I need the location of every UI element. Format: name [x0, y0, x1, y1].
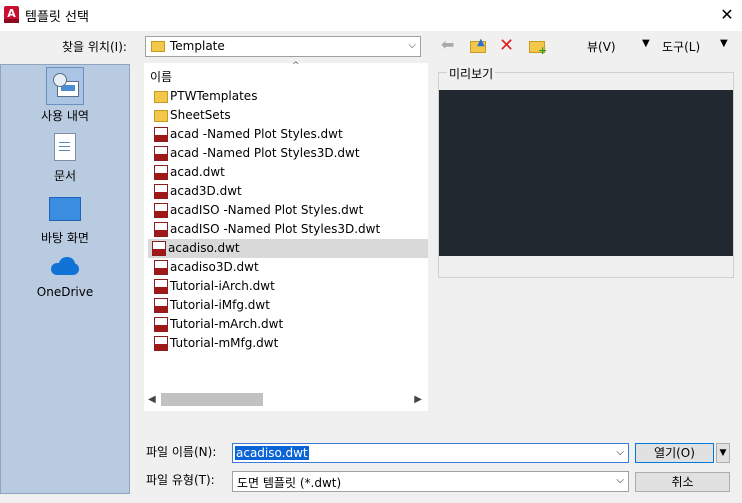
dwt-file-icon	[154, 146, 168, 161]
file-list-item[interactable]: acadISO -Named Plot Styles.dwt	[150, 201, 428, 220]
documents-icon	[54, 133, 76, 161]
file-name: acadISO -Named Plot Styles3D.dwt	[170, 222, 381, 236]
file-name: SheetSets	[170, 108, 231, 122]
lookin-value: Template	[170, 39, 225, 53]
file-list-item[interactable]: acad3D.dwt	[150, 182, 428, 201]
delete-icon[interactable]: ✕	[499, 37, 517, 55]
dwt-file-icon	[152, 241, 166, 256]
cancel-button[interactable]: 취소	[635, 472, 730, 492]
dwt-file-icon	[154, 336, 168, 351]
chevron-down-icon: ⌵	[408, 40, 416, 51]
place-history[interactable]: 사용 내역	[1, 67, 129, 124]
filetype-value: 도면 템플릿 (*.dwt)	[237, 476, 342, 490]
filename-label: 파일 이름(N):	[146, 445, 217, 459]
file-name: acad -Named Plot Styles3D.dwt	[170, 146, 360, 160]
file-list-item[interactable]: SheetSets	[150, 106, 428, 125]
filename-input[interactable]: acadiso.dwt ⌵	[232, 443, 629, 463]
views-menu[interactable]: 뷰(V)	[587, 38, 616, 55]
tools-menu[interactable]: 도구(L)	[662, 38, 700, 55]
open-button[interactable]: 열기(O)	[635, 443, 714, 463]
dwt-file-icon	[154, 260, 168, 275]
views-dropdown-arrow-icon[interactable]: ▼	[642, 38, 650, 49]
file-name: Tutorial-mMfg.dwt	[170, 336, 279, 350]
sort-caret-icon: ^	[292, 61, 300, 71]
file-list-item[interactable]: PTWTemplates	[150, 87, 428, 106]
file-list-item[interactable]: acadiso3D.dwt	[150, 258, 428, 277]
column-header-name[interactable]: 이름	[150, 68, 172, 85]
horizontal-scrollbar[interactable]: ◀ ▶	[144, 390, 428, 410]
scroll-right-icon[interactable]: ▶	[414, 394, 422, 405]
filename-value[interactable]: acadiso.dwt	[235, 446, 309, 460]
up-folder-icon[interactable]: ▲	[470, 37, 488, 54]
file-name: acadISO -Named Plot Styles.dwt	[170, 203, 364, 217]
title-bar: A 템플릿 선택 ✕	[0, 0, 742, 31]
file-list-item[interactable]: acad -Named Plot Styles3D.dwt	[150, 144, 428, 163]
autocad-app-icon: A	[4, 6, 19, 23]
preview-image	[439, 90, 733, 256]
dwt-file-icon	[154, 165, 168, 180]
file-list-item[interactable]: acadiso.dwt	[148, 239, 428, 258]
folder-icon	[151, 41, 165, 52]
place-documents[interactable]: 문서	[1, 133, 129, 184]
file-list-item[interactable]: acad.dwt	[150, 163, 428, 182]
file-name: acadiso3D.dwt	[170, 260, 259, 274]
file-list-item[interactable]: Tutorial-iMfg.dwt	[150, 296, 428, 315]
onedrive-icon	[49, 255, 81, 275]
open-dropdown-arrow-icon[interactable]: ▼	[716, 443, 730, 463]
dwt-file-icon	[154, 203, 168, 218]
filetype-combo[interactable]: 도면 템플릿 (*.dwt) ⌵	[232, 471, 629, 492]
window-title: 템플릿 선택	[25, 10, 89, 25]
chevron-down-icon: ⌵	[616, 475, 624, 486]
dwt-file-icon	[154, 127, 168, 142]
file-name: Tutorial-mArch.dwt	[170, 317, 284, 331]
file-list-item[interactable]: Tutorial-iArch.dwt	[150, 277, 428, 296]
tools-dropdown-arrow-icon[interactable]: ▼	[720, 38, 728, 49]
scroll-left-icon[interactable]: ◀	[148, 394, 156, 405]
history-icon	[53, 73, 79, 99]
scroll-thumb[interactable]	[161, 393, 263, 406]
file-name: Tutorial-iArch.dwt	[170, 279, 275, 293]
dwt-file-icon	[154, 298, 168, 313]
file-name: acad.dwt	[170, 165, 225, 179]
file-list[interactable]: 이름 ^ PTWTemplates SheetSets acad -Named Pl…	[144, 61, 428, 411]
lookin-combo[interactable]: Template ⌵	[145, 36, 421, 57]
file-list-item[interactable]: Tutorial-mArch.dwt	[150, 315, 428, 334]
folder-icon	[154, 91, 168, 103]
file-list-item[interactable]: Tutorial-mMfg.dwt	[150, 334, 428, 353]
place-label: 바탕 화면	[41, 231, 89, 245]
places-bar: 사용 내역 문서 바탕 화면 OneDrive	[0, 64, 130, 494]
chevron-down-icon[interactable]: ⌵	[616, 447, 624, 458]
file-name: acadiso.dwt	[168, 241, 240, 255]
place-desktop[interactable]: 바탕 화면	[1, 197, 129, 246]
back-arrow-icon[interactable]: ⬅	[441, 37, 459, 54]
file-name: Tutorial-iMfg.dwt	[170, 298, 270, 312]
filetype-label: 파일 유형(T):	[146, 473, 215, 487]
dwt-file-icon	[154, 222, 168, 237]
place-label: 문서	[53, 169, 77, 183]
file-list-item[interactable]: acad -Named Plot Styles.dwt	[150, 125, 428, 144]
preview-label: 미리보기	[447, 65, 496, 82]
desktop-icon	[49, 197, 81, 221]
dwt-file-icon	[154, 184, 168, 199]
file-name: acad3D.dwt	[170, 184, 242, 198]
dwt-file-icon	[154, 279, 168, 294]
place-label: 사용 내역	[41, 109, 89, 123]
file-list-item[interactable]: acadISO -Named Plot Styles3D.dwt	[150, 220, 428, 239]
new-folder-icon[interactable]: +	[529, 38, 547, 57]
place-onedrive[interactable]: OneDrive	[1, 255, 129, 299]
file-name: acad -Named Plot Styles.dwt	[170, 127, 343, 141]
folder-icon	[154, 110, 168, 122]
dwt-file-icon	[154, 317, 168, 332]
lookin-label: 찾을 위치(I):	[62, 40, 127, 54]
place-label: OneDrive	[36, 285, 94, 299]
file-name: PTWTemplates	[170, 89, 258, 103]
close-button[interactable]: ✕	[712, 0, 742, 31]
